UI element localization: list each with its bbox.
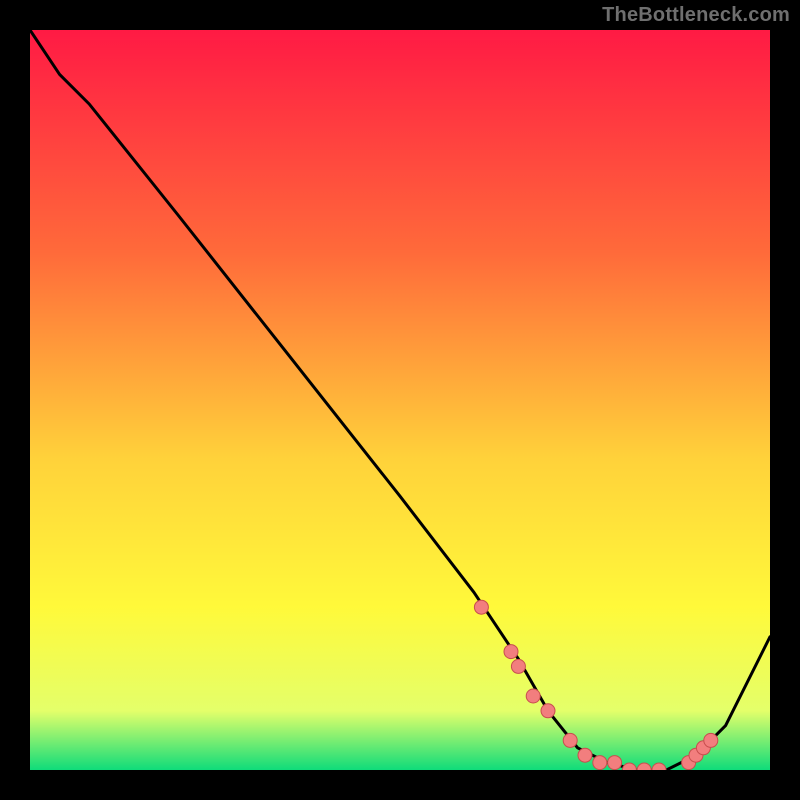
gradient-background	[30, 30, 770, 770]
curve-marker	[526, 689, 540, 703]
curve-marker	[563, 733, 577, 747]
curve-marker	[511, 659, 525, 673]
plot-area	[30, 30, 770, 770]
curve-marker	[504, 645, 518, 659]
curve-marker	[593, 756, 607, 770]
chart-svg	[30, 30, 770, 770]
attribution-label: TheBottleneck.com	[602, 4, 790, 27]
curve-marker	[474, 600, 488, 614]
curve-marker	[541, 704, 555, 718]
curve-marker	[608, 756, 622, 770]
curve-marker	[578, 748, 592, 762]
curve-marker	[704, 733, 718, 747]
chart-frame: TheBottleneck.com	[0, 0, 800, 800]
